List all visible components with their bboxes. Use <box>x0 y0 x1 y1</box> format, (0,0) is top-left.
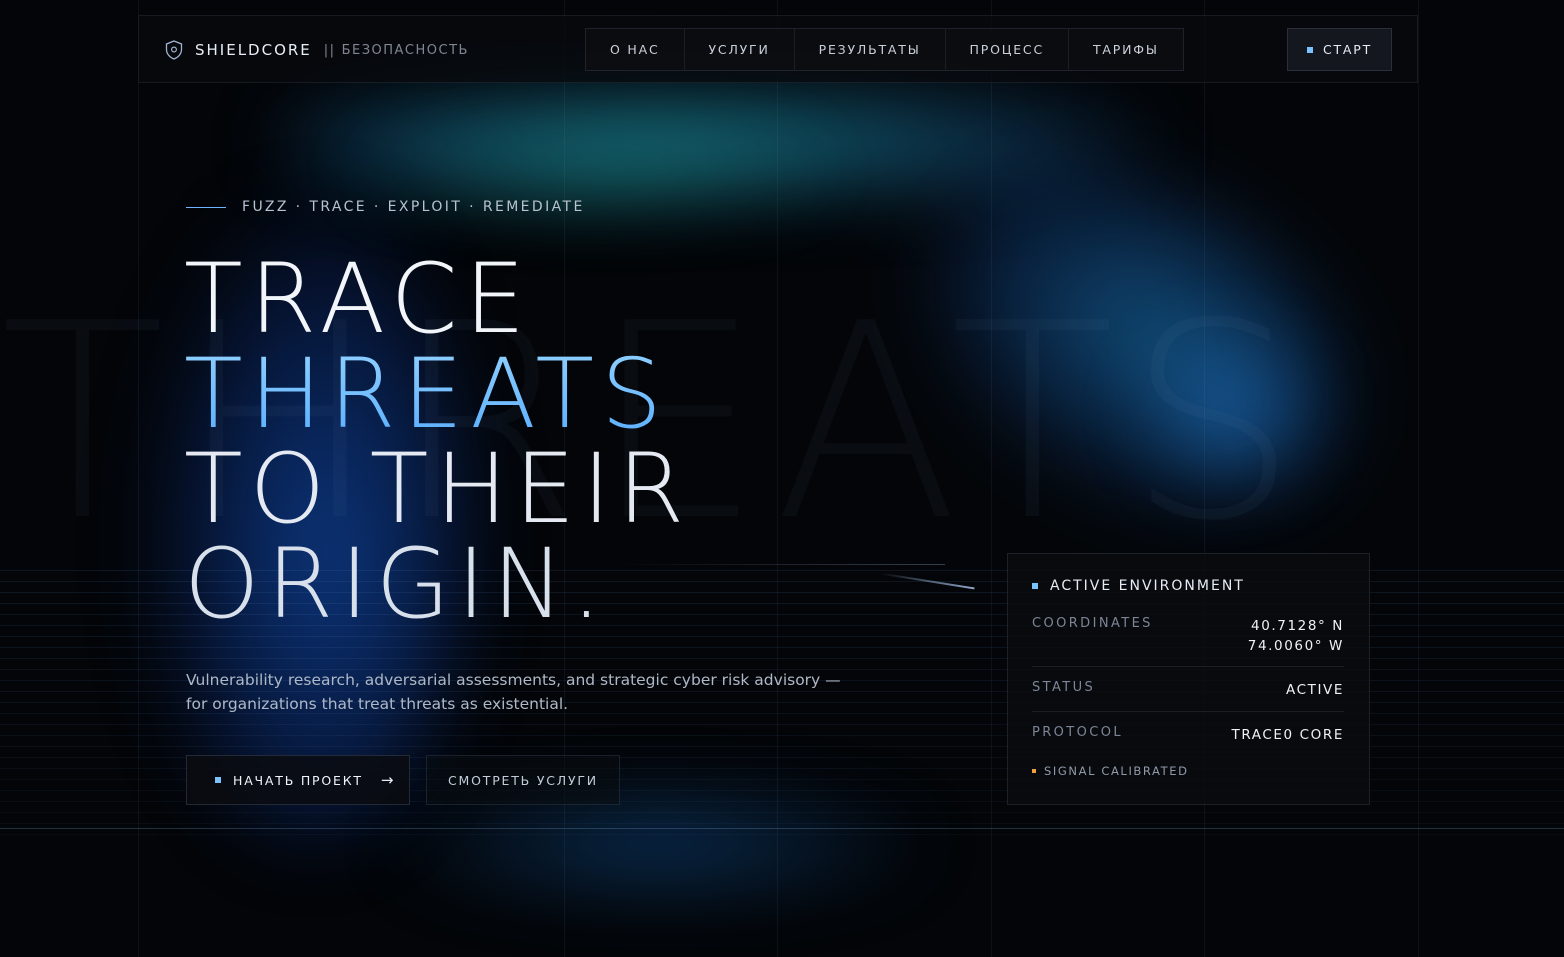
status-value: ACTIVE <box>1285 682 1344 698</box>
view-services-label: СМОТРЕТЬ УСЛУГИ <box>448 772 598 788</box>
start-project-label: НАЧАТЬ ПРОЕКТ <box>233 772 363 788</box>
square-bullet-icon <box>215 777 221 783</box>
start-button[interactable]: СТАРТ <box>1287 28 1392 71</box>
start-project-button[interactable]: НАЧАТЬ ПРОЕКТ → <box>186 755 410 805</box>
brand-separator: || <box>323 42 336 58</box>
environment-panel: ACTIVE ENVIRONMENT COORDINATES 40.7128° … <box>1007 553 1370 805</box>
square-bullet-icon <box>1032 583 1038 589</box>
latitude-value: 40.7128° N <box>1251 618 1344 634</box>
coordinates-label: COORDINATES <box>1032 616 1153 631</box>
signal-text: SIGNAL CALIBRATED <box>1044 764 1189 778</box>
headline-line-3: TO THEIR <box>184 433 692 545</box>
signal-dot-icon <box>1032 769 1036 773</box>
horizon-line <box>0 828 1564 829</box>
headline-line-2: THREATS <box>184 346 691 442</box>
coordinates-value: 40.7128° N 74.0060° W <box>1248 616 1344 656</box>
nav-item-services[interactable]: УСЛУГИ <box>685 29 795 70</box>
status-row: STATUS ACTIVE <box>1032 680 1344 700</box>
panel-title-text: ACTIVE ENVIRONMENT <box>1050 578 1245 594</box>
shield-icon <box>165 40 183 60</box>
view-services-button[interactable]: СМОТРЕТЬ УСЛУГИ <box>426 755 620 805</box>
eyebrow-line <box>186 206 226 208</box>
headline-line-1: TRACE <box>184 243 533 355</box>
eyebrow-text: FUZZ · TRACE · EXPLOIT · REMEDIATE <box>242 199 585 215</box>
protocol-label: PROTOCOL <box>1032 725 1124 740</box>
square-bullet-icon <box>1306 46 1313 53</box>
hero-eyebrow: FUZZ · TRACE · EXPLOIT · REMEDIATE <box>186 199 585 215</box>
brand-logo[interactable]: SHIELDCORE || БЕЗОПАСНОСТЬ <box>165 40 469 60</box>
main-nav: О НАС УСЛУГИ РЕЗУЛЬТАТЫ ПРОЦЕСС ТАРИФЫ <box>585 28 1184 71</box>
longitude-value: 74.0060° W <box>1247 638 1344 654</box>
brand-name: SHIELDCORE <box>195 41 312 59</box>
hero-description: Vulnerability research, adversarial asse… <box>186 671 841 713</box>
nav-item-pricing[interactable]: ТАРИФЫ <box>1069 29 1183 70</box>
panel-divider <box>1032 666 1344 667</box>
protocol-value: TRACE0 CORE <box>1231 727 1344 743</box>
protocol-row: PROTOCOL TRACE0 CORE <box>1032 725 1344 745</box>
arrow-right-icon: → <box>380 771 396 789</box>
nav-item-results[interactable]: РЕЗУЛЬТАТЫ <box>795 29 946 70</box>
status-label: STATUS <box>1032 680 1096 695</box>
hero-headline: TRACE THREATS TO THEIR ORIGIN. <box>184 243 692 640</box>
site-header: SHIELDCORE || БЕЗОПАСНОСТЬ О НАС УСЛУГИ … <box>138 15 1418 83</box>
panel-title: ACTIVE ENVIRONMENT <box>1032 578 1245 594</box>
signal-status: SIGNAL CALIBRATED <box>1032 764 1189 778</box>
coordinates-row: COORDINATES 40.7128° N 74.0060° W <box>1032 616 1344 656</box>
headline-line-4: ORIGIN. <box>184 528 609 640</box>
start-button-label: СТАРТ <box>1322 42 1373 57</box>
nav-item-about[interactable]: О НАС <box>586 29 685 70</box>
glow-band <box>330 140 850 200</box>
brand-subtitle: БЕЗОПАСНОСТЬ <box>341 42 469 58</box>
panel-divider <box>1032 711 1344 712</box>
nav-item-process[interactable]: ПРОЦЕСС <box>946 29 1069 70</box>
